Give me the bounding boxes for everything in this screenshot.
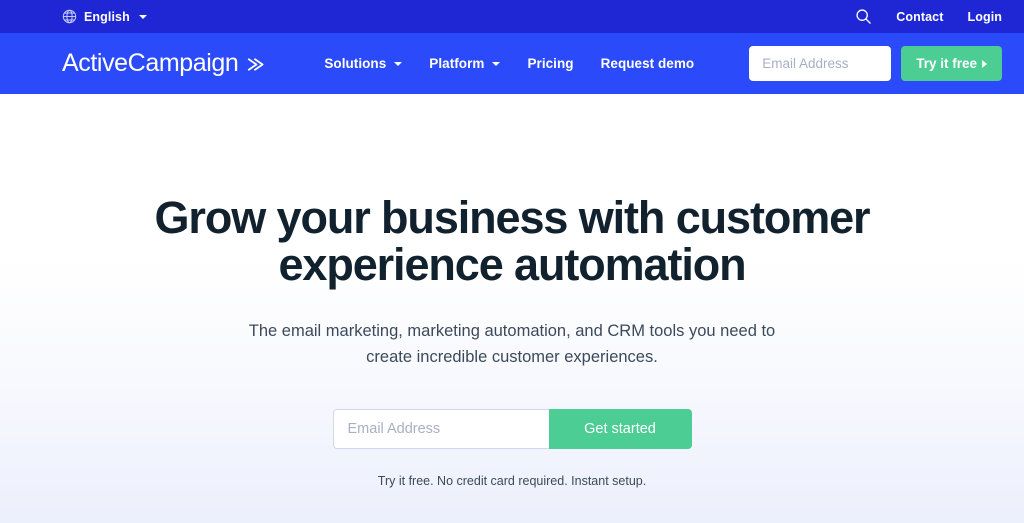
language-label: English <box>84 9 130 24</box>
chevron-down-icon <box>394 62 403 66</box>
top-utility-bar: English Contact Login <box>0 0 1024 33</box>
hero-email-input[interactable] <box>332 409 549 450</box>
globe-icon <box>62 9 77 24</box>
topbar-link-contact[interactable]: Contact <box>896 10 943 24</box>
nav-item-solutions[interactable]: Solutions <box>324 56 403 71</box>
topbar-link-login[interactable]: Login <box>967 10 1002 24</box>
search-icon[interactable] <box>855 8 872 25</box>
nav-actions-group: Try it free <box>749 46 1002 81</box>
nav-email-input[interactable] <box>749 46 892 81</box>
try-it-free-label: Try it free <box>916 56 977 71</box>
caret-right-icon <box>982 59 987 68</box>
hero-subtitle: The email marketing, marketing automatio… <box>248 321 776 367</box>
chevron-down-icon <box>492 62 501 66</box>
page-title: Grow your business with customer experie… <box>154 192 871 290</box>
get-started-button[interactable]: Get started <box>548 409 692 450</box>
nav-item-platform[interactable]: Platform <box>429 56 501 71</box>
topbar-right-group: Contact Login <box>855 8 1002 25</box>
main-navigation-bar: ActiveCampaign Solutions Platform Pricin… <box>0 33 1024 94</box>
chevron-down-icon <box>138 15 147 19</box>
nav-item-pricing[interactable]: Pricing <box>527 56 573 71</box>
nav-item-platform-label: Platform <box>429 56 485 71</box>
activecampaign-logo[interactable]: ActiveCampaign <box>62 51 264 76</box>
try-it-free-button[interactable]: Try it free <box>901 46 1002 81</box>
nav-item-request-demo-label: Request demo <box>600 56 695 71</box>
hero-disclaimer-note: Try it free. No credit card required. In… <box>377 474 647 489</box>
hero-signup-form: Get started <box>332 409 692 450</box>
double-chevron-icon <box>245 55 264 74</box>
nav-links-group: Solutions Platform Pricing Request demo … <box>324 46 1002 81</box>
language-selector[interactable]: English <box>62 9 147 24</box>
hero-section: Grow your business with customer experie… <box>0 94 1024 523</box>
nav-item-solutions-label: Solutions <box>324 56 387 71</box>
nav-item-request-demo[interactable]: Request demo <box>601 56 695 71</box>
nav-item-pricing-label: Pricing <box>527 56 574 71</box>
logo-text: ActiveCampaign <box>62 49 239 77</box>
